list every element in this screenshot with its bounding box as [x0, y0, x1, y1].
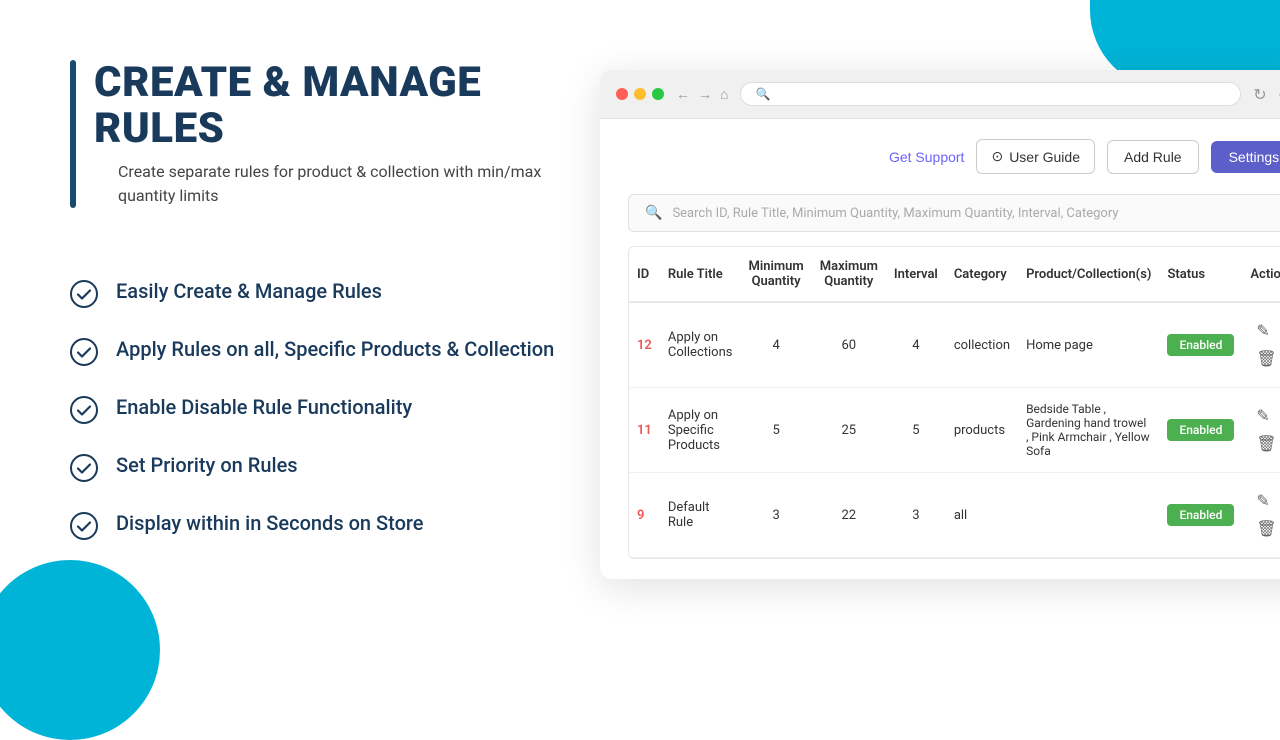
row-3-category: all [946, 473, 1018, 558]
col-header-status: Status [1159, 247, 1242, 302]
row-1-category: collection [946, 302, 1018, 388]
row-1-title: Apply on Collections [660, 302, 741, 388]
search-bar[interactable]: 🔍 Search ID, Rule Title, Minimum Quantit… [628, 194, 1280, 232]
row-3-title: Default Rule [660, 473, 741, 558]
browser-nav: ← → ⌂ [676, 86, 728, 103]
row-3-products [1018, 473, 1159, 558]
row-1-min: 4 [740, 302, 811, 388]
row-2-interval: 5 [886, 388, 946, 473]
page-title: CREATE & MANAGE RULES [94, 60, 560, 152]
feature-item-2: Apply Rules on all, Specific Products & … [70, 336, 560, 366]
browser-dots [616, 88, 664, 100]
table-header-row: ID Rule Title MinimumQuantity MaximumQua… [629, 247, 1280, 302]
row-1-id[interactable]: 12 [637, 338, 652, 353]
edit-button-3[interactable]: ✎ [1250, 487, 1275, 515]
settings-button[interactable]: Settings [1211, 141, 1280, 173]
feature-label-4: Set Priority on Rules [116, 452, 298, 478]
feature-label-5: Display within in Seconds on Store [116, 510, 424, 536]
row-2-title: Apply on Specific Products [660, 388, 741, 473]
row-1-max: 60 [812, 302, 886, 388]
check-icon-3 [70, 396, 98, 424]
col-header-category: Category [946, 247, 1018, 302]
feature-label-3: Enable Disable Rule Functionality [116, 394, 412, 420]
edit-button-2[interactable]: ✎ [1250, 402, 1275, 430]
row-3-action: ✎ 🗑 [1242, 473, 1280, 558]
col-header-products: Product/Collection(s) [1018, 247, 1159, 302]
delete-button-2[interactable]: 🗑 [1250, 430, 1280, 458]
right-panel: ← → ⌂ 🔍 ↻ + ⊟ Get Support [600, 60, 1280, 680]
browser-bar: ← → ⌂ 🔍 ↻ + ⊟ [600, 70, 1280, 119]
row-1-action: ✎ 🗑 [1242, 302, 1280, 388]
add-rule-button[interactable]: Add Rule [1107, 140, 1199, 174]
feature-label-1: Easily Create & Manage Rules [116, 278, 382, 304]
dot-red[interactable] [616, 88, 628, 100]
title-content: CREATE & MANAGE RULES Create separate ru… [94, 60, 560, 208]
nav-back-icon[interactable]: ← [676, 86, 690, 103]
delete-button-3[interactable]: 🗑 [1250, 515, 1280, 543]
row-3-id[interactable]: 9 [637, 508, 644, 523]
browser-window: ← → ⌂ 🔍 ↻ + ⊟ Get Support [600, 70, 1280, 579]
page-subtitle: Create separate rules for product & coll… [118, 160, 560, 208]
search-placeholder: Search ID, Rule Title, Minimum Quantity,… [672, 206, 1118, 221]
feature-item-5: Display within in Seconds on Store [70, 510, 560, 540]
left-panel: CREATE & MANAGE RULES Create separate ru… [70, 60, 560, 680]
row-3-interval: 3 [886, 473, 946, 558]
edit-button-1[interactable]: ✎ [1250, 317, 1275, 345]
row-3-status: Enabled [1159, 473, 1242, 558]
feature-item-4: Set Priority on Rules [70, 452, 560, 482]
col-header-max-qty: MaximumQuantity [812, 247, 886, 302]
dot-yellow[interactable] [634, 88, 646, 100]
app-content: Get Support ⊙ User Guide Add Rule Settin… [600, 119, 1280, 579]
col-header-min-qty: MinimumQuantity [740, 247, 811, 302]
nav-home-icon[interactable]: ⌂ [720, 86, 728, 103]
title-bar [70, 60, 76, 208]
table-row: 12 Apply on Collections 4 60 4 collectio… [629, 302, 1280, 388]
row-2-category: products [946, 388, 1018, 473]
feature-item-3: Enable Disable Rule Functionality [70, 394, 560, 424]
table-row: 11 Apply on Specific Products 5 25 5 pro… [629, 388, 1280, 473]
row-2-action: ✎ 🗑 [1242, 388, 1280, 473]
row-3-min: 3 [740, 473, 811, 558]
rules-table: ID Rule Title MinimumQuantity MaximumQua… [629, 247, 1280, 558]
status-badge-1: Enabled [1167, 334, 1234, 356]
row-2-status: Enabled [1159, 388, 1242, 473]
dot-green[interactable] [652, 88, 664, 100]
delete-button-1[interactable]: 🗑 [1250, 345, 1280, 373]
check-icon-4 [70, 454, 98, 482]
features-list: Easily Create & Manage Rules Apply Rules… [70, 278, 560, 540]
row-1-products: Home page [1018, 302, 1159, 388]
table-row: 9 Default Rule 3 22 3 all Enabled [629, 473, 1280, 558]
browser-url-bar[interactable]: 🔍 [740, 82, 1241, 106]
row-2-max: 25 [812, 388, 886, 473]
get-support-button[interactable]: Get Support [889, 149, 965, 165]
col-header-interval: Interval [886, 247, 946, 302]
row-2-products: Bedside Table , Gardening hand trowel , … [1018, 388, 1159, 473]
status-badge-2: Enabled [1167, 419, 1234, 441]
user-guide-icon: ⊙ [991, 148, 1003, 165]
row-2-id[interactable]: 11 [637, 423, 652, 438]
check-icon-1 [70, 280, 98, 308]
status-badge-3: Enabled [1167, 504, 1234, 526]
main-container: CREATE & MANAGE RULES Create separate ru… [0, 0, 1280, 720]
nav-forward-icon[interactable]: → [698, 86, 712, 103]
nav-reload-icon[interactable]: ↻ [1253, 85, 1266, 104]
app-header: Get Support ⊙ User Guide Add Rule Settin… [628, 139, 1280, 174]
row-1-status: Enabled [1159, 302, 1242, 388]
rules-table-container: ID Rule Title MinimumQuantity MaximumQua… [628, 246, 1280, 559]
row-3-max: 22 [812, 473, 886, 558]
row-1-interval: 4 [886, 302, 946, 388]
row-2-min: 5 [740, 388, 811, 473]
url-icon: 🔍 [755, 87, 770, 101]
check-icon-2 [70, 338, 98, 366]
search-icon: 🔍 [645, 205, 662, 221]
col-header-action: Action [1242, 247, 1280, 302]
col-header-id: ID [629, 247, 660, 302]
user-guide-button[interactable]: ⊙ User Guide [976, 139, 1095, 174]
check-icon-5 [70, 512, 98, 540]
feature-item-1: Easily Create & Manage Rules [70, 278, 560, 308]
col-header-rule-title: Rule Title [660, 247, 741, 302]
feature-label-2: Apply Rules on all, Specific Products & … [116, 336, 554, 362]
title-block: CREATE & MANAGE RULES Create separate ru… [70, 60, 560, 208]
